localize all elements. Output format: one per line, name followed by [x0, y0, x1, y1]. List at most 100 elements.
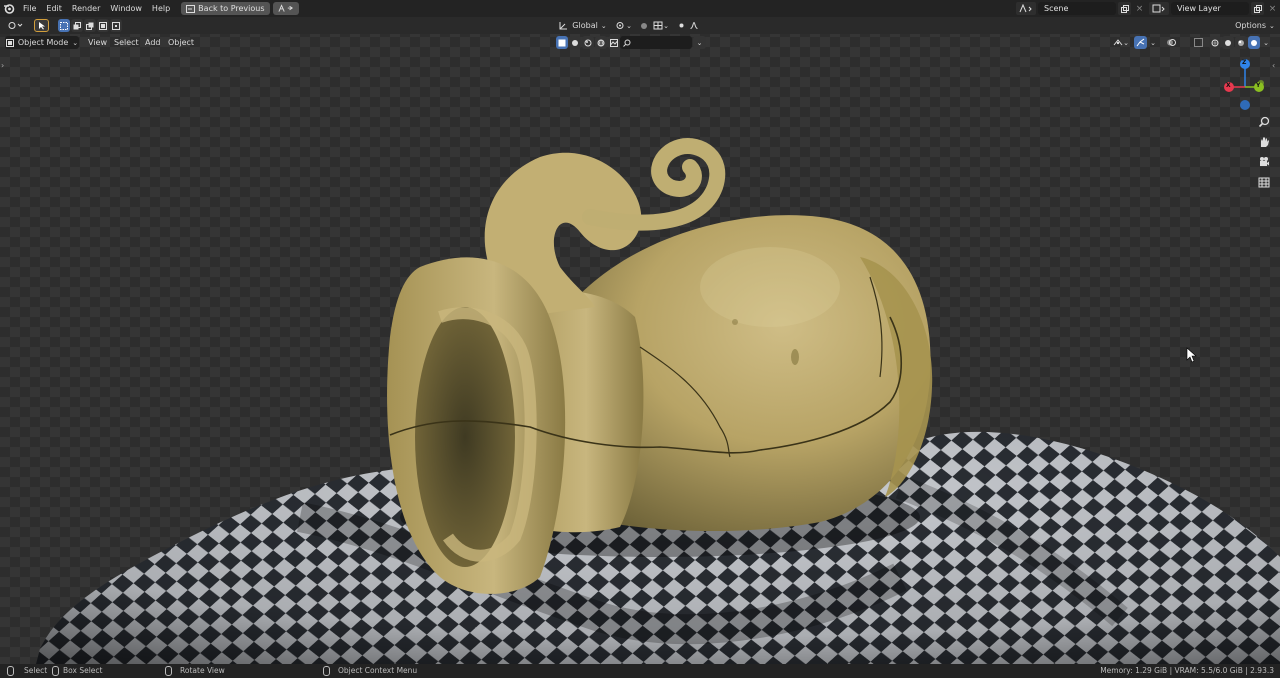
search-icon [623, 39, 631, 47]
zoom-view-button[interactable] [1255, 113, 1273, 131]
filter-dropdown-button[interactable]: ⌄ [693, 36, 706, 49]
menu-object[interactable]: Object [168, 36, 194, 49]
gizmo-z-label: Z [1242, 59, 1247, 66]
filter-camera-button[interactable] [608, 36, 620, 49]
select-intersect-button[interactable] [110, 19, 122, 32]
solid-shading-button[interactable] [1222, 36, 1234, 49]
falloff-curve-icon [689, 22, 698, 29]
select-set-icon [60, 21, 68, 30]
back-arrow-icon [186, 4, 196, 13]
proportional-falloff-button[interactable] [688, 19, 699, 32]
pan-view-button[interactable] [1255, 133, 1273, 151]
new-scene-button[interactable] [1118, 2, 1131, 15]
scene-icon [1019, 4, 1032, 13]
ortho-toggle-button[interactable] [1255, 173, 1273, 191]
view-layer-name-field[interactable]: View Layer [1171, 2, 1249, 15]
viewport-header: Object Mode ⌄ View Select Add Object ⌄ ⌄… [0, 34, 1280, 52]
select-extend-button[interactable] [71, 19, 83, 32]
active-tool-button[interactable] [34, 19, 49, 32]
gizmo-y-label: Y [1256, 82, 1261, 89]
fullscreen-toggle-button[interactable] [272, 2, 299, 15]
chevron-down-icon: ⌄ [663, 21, 669, 30]
camera-icon [1260, 157, 1269, 166]
overlay-toggle-button[interactable] [1164, 36, 1178, 49]
sidebar-expand-icon[interactable]: ‹ [1272, 61, 1275, 70]
delete-scene-button[interactable]: × [1133, 2, 1146, 15]
filter-search-input[interactable] [620, 36, 692, 49]
filter-material-button[interactable] [582, 36, 594, 49]
filter-light-button[interactable] [569, 36, 581, 49]
scene-name-field[interactable]: Scene [1038, 2, 1116, 15]
new-view-layer-button[interactable] [1251, 2, 1264, 15]
transform-orientation-dropdown[interactable]: Global ⌄ [558, 19, 608, 32]
xray-toggle-button[interactable] [1192, 36, 1205, 49]
status-rotate-view-hint: Rotate View [165, 664, 225, 678]
world-icon [597, 39, 605, 46]
shading-dropdown[interactable]: ⌄ [1261, 36, 1271, 49]
editor-type-icon [8, 22, 23, 29]
middle-mouse-icon [165, 666, 172, 676]
mode-label: Object Mode [17, 38, 69, 47]
menu-view[interactable]: View [88, 36, 107, 49]
chevron-down-icon: ⌄ [1150, 38, 1156, 47]
back-to-previous-label: Back to Previous [198, 4, 265, 13]
select-new-button[interactable] [58, 19, 70, 32]
rendered-shading-button[interactable] [1248, 36, 1260, 49]
status-select-label: Select [24, 666, 48, 675]
object-type-filter-group [556, 36, 620, 49]
material-preview-button[interactable] [1235, 36, 1247, 49]
select-cursor-icon [38, 22, 45, 30]
transform-orientation-label: Global [572, 21, 598, 30]
menu-edit[interactable]: Edit [41, 0, 67, 17]
options-label: Options [1235, 21, 1266, 30]
menu-select[interactable]: Select [114, 36, 139, 49]
editor-type-button[interactable] [5, 19, 27, 32]
close-icon: × [1135, 3, 1144, 14]
gizmo-dropdown[interactable]: ⌄ [1147, 36, 1159, 49]
pivot-point-dropdown[interactable]: ⌄ [614, 19, 634, 32]
texture-icon [610, 38, 618, 47]
blender-logo-icon[interactable] [0, 0, 18, 17]
selection-mode-group [58, 19, 122, 32]
mesh-icon [558, 39, 566, 46]
shading-mode-group: ⌄ [1209, 36, 1271, 49]
filter-mesh-button[interactable] [556, 36, 568, 49]
select-intersect-icon [112, 21, 120, 30]
menu-window[interactable]: Window [105, 0, 147, 17]
filter-world-button[interactable] [595, 36, 607, 49]
3d-viewport[interactable]: › ‹ Z X Y [0, 17, 1280, 664]
navigation-gizmo[interactable]: Z X Y [1222, 57, 1268, 113]
menu-help[interactable]: Help [147, 0, 175, 17]
select-subtract-button[interactable] [84, 19, 96, 32]
menu-add[interactable]: Add [145, 36, 161, 49]
back-to-previous-button[interactable]: Back to Previous [181, 2, 270, 15]
wireframe-shading-button[interactable] [1209, 36, 1221, 49]
light-icon [572, 39, 578, 46]
rendered-icon [1251, 39, 1257, 46]
gizmo-toggle-button[interactable] [1134, 36, 1147, 49]
copy-icon [1120, 4, 1129, 13]
zoom-icon [1258, 116, 1270, 128]
viewport-render [36, 138, 1280, 664]
gizmo-x-label: X [1226, 82, 1231, 89]
status-rotate-view-label: Rotate View [180, 666, 225, 675]
menu-render[interactable]: Render [67, 0, 105, 17]
drag-mouse-icon [52, 666, 59, 676]
chevron-down-icon: ⌄ [1269, 21, 1275, 30]
options-dropdown[interactable]: Options ⌄ [1233, 19, 1277, 32]
menu-file[interactable]: File [18, 0, 41, 17]
select-invert-button[interactable] [97, 19, 109, 32]
delete-view-layer-button[interactable]: × [1266, 2, 1279, 15]
proportional-edit-button[interactable] [676, 19, 687, 32]
camera-view-button[interactable] [1255, 153, 1273, 171]
material-preview-icon [1238, 39, 1244, 46]
view-layer-browse-button[interactable] [1149, 2, 1169, 15]
selectability-icon [1113, 39, 1123, 46]
toolbar-expand-icon[interactable]: › [1, 61, 4, 70]
scene-browse-button[interactable] [1016, 2, 1036, 15]
select-invert-icon [99, 21, 107, 30]
mode-dropdown[interactable]: Object Mode ⌄ [5, 36, 79, 49]
snap-target-dropdown[interactable]: ⌄ [651, 19, 671, 32]
visibility-dropdown[interactable]: ⌄ [1110, 36, 1132, 49]
snap-toggle-button[interactable] [638, 19, 650, 32]
